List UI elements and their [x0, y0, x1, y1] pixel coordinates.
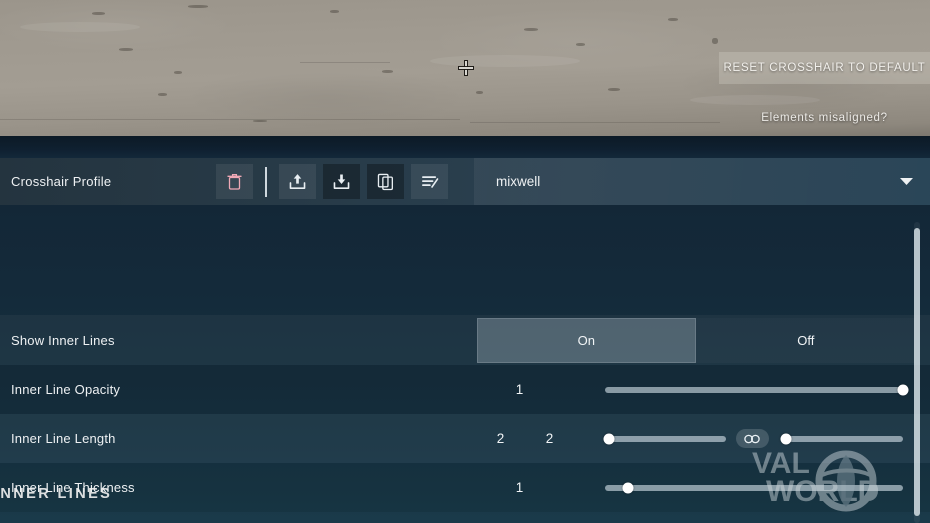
chain-link-icon	[744, 434, 760, 443]
elements-misaligned-link[interactable]: Elements misaligned?	[719, 112, 930, 124]
show-inner-lines-toggle: On Off	[476, 317, 916, 363]
crosshair-preview-viewport: RESET CROSSHAIR TO DEFAULT Elements misa…	[0, 0, 930, 136]
inner-line-length-value-1: 2	[496, 431, 505, 446]
delete-profile-button[interactable]	[216, 164, 253, 199]
copy-icon	[377, 173, 394, 191]
setting-row-show-inner-lines: Show Inner Lines On Off	[0, 315, 930, 365]
inner-line-thickness-label: Inner Line Thickness	[11, 480, 135, 495]
inner-line-opacity-slider[interactable]	[604, 384, 909, 395]
reset-button-label: RESET CROSSHAIR TO DEFAULT	[723, 62, 926, 74]
settings-scrollbar-thumb[interactable]	[914, 228, 920, 516]
upload-icon	[289, 174, 306, 189]
inner-line-opacity-label: Inner Line Opacity	[11, 382, 121, 397]
selected-profile-value: mixwell	[496, 174, 541, 189]
download-icon	[333, 174, 350, 189]
elements-misaligned-label: Elements misaligned?	[761, 112, 888, 124]
inner-line-opacity-value: 1	[515, 382, 524, 397]
crosshair-plus-icon	[459, 61, 473, 75]
inner-line-opacity-control: 1	[466, 365, 930, 414]
rename-profile-button[interactable]	[411, 164, 448, 199]
setting-row-inner-line-thickness: Inner Line Thickness 1	[0, 463, 930, 512]
show-inner-lines-option-on[interactable]: On	[476, 317, 697, 363]
inner-line-length-label: Inner Line Length	[11, 431, 116, 446]
inner-line-length-control: 2 2	[466, 414, 930, 463]
valorant-crosshair-settings-screen: RESET CROSSHAIR TO DEFAULT Elements misa…	[0, 0, 930, 523]
inner-line-length-link-toggle[interactable]	[735, 429, 769, 448]
inner-line-thickness-control: 1	[466, 463, 930, 512]
settings-list: INNER LINES Show Inner Lines On Off Inne…	[0, 205, 930, 523]
inner-line-length-slider-2[interactable]	[780, 433, 903, 444]
setting-row-inner-line-opacity: Inner Line Opacity 1	[0, 365, 930, 414]
inner-line-length-value-2: 2	[545, 431, 554, 446]
export-profile-button[interactable]	[323, 164, 360, 199]
crosshair-profile-dropdown[interactable]: mixwell	[474, 158, 930, 205]
profile-tool-group	[216, 164, 448, 199]
setting-row-inner-line-length: Inner Line Length 2 2	[0, 414, 930, 463]
trash-icon	[227, 173, 242, 190]
show-inner-lines-control: On Off	[466, 315, 930, 365]
inner-line-thickness-value: 1	[515, 480, 524, 495]
inner-line-thickness-slider[interactable]	[604, 482, 903, 493]
show-inner-lines-option-off[interactable]: Off	[696, 318, 916, 363]
chevron-down-icon	[899, 173, 914, 191]
show-inner-lines-label: Show Inner Lines	[11, 332, 115, 348]
settings-scrollbar[interactable]	[914, 222, 920, 523]
import-profile-button[interactable]	[279, 164, 316, 199]
inner-line-length-slider-1[interactable]	[603, 433, 726, 444]
preview-divider	[0, 136, 930, 158]
reset-crosshair-to-default-button[interactable]: RESET CROSSHAIR TO DEFAULT	[719, 52, 930, 84]
crosshair-profile-label: Crosshair Profile	[11, 174, 112, 189]
edit-list-icon	[421, 176, 438, 188]
toolbar-separator	[265, 166, 267, 197]
duplicate-profile-button[interactable]	[367, 164, 404, 199]
